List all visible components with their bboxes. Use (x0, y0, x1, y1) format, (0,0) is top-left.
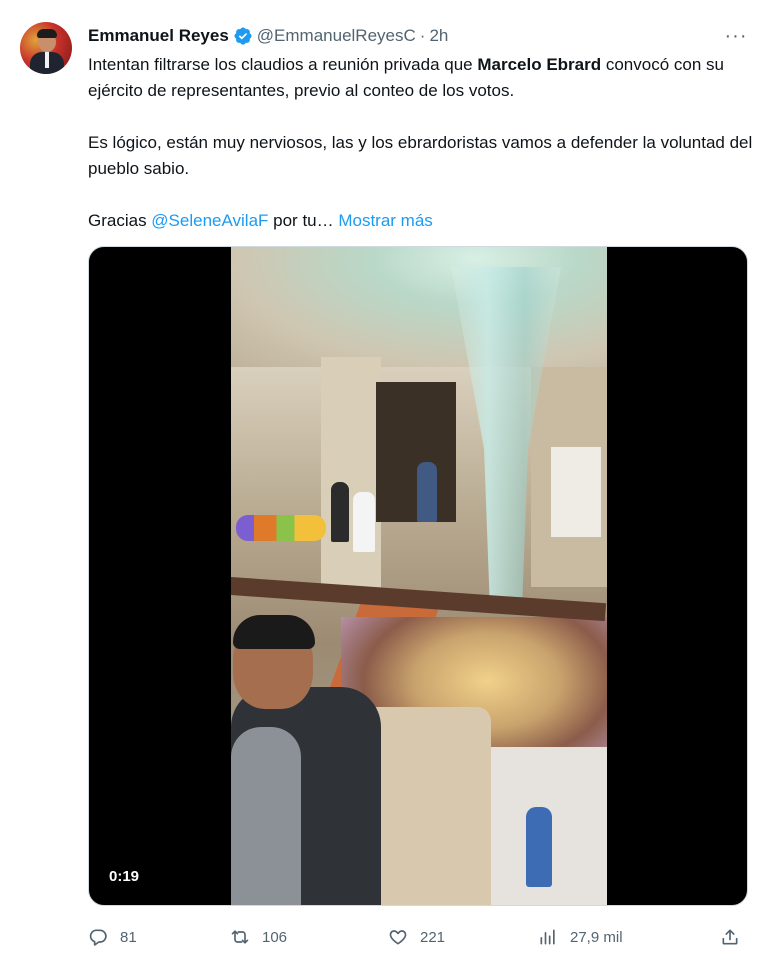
views-chart-icon (540, 929, 555, 945)
reply-button[interactable]: 81 (88, 920, 137, 954)
tweet-actions: 81 106 221 27,9 mil (88, 920, 748, 954)
more-options-icon[interactable]: ··· (720, 24, 752, 48)
avatar-tie (45, 52, 49, 68)
bold-text: Marcelo Ebrard (477, 55, 602, 74)
retweet-icon (231, 930, 249, 944)
video-kiosk (551, 447, 601, 537)
author-name[interactable]: Emmanuel Reyes (88, 26, 229, 46)
author-handle[interactable]: @EmmanuelReyesC (257, 26, 416, 46)
like-count: 221 (420, 928, 446, 946)
tweet-paragraph-3: Gracias @SeleneAvilaF por tu… Mostrar má… (88, 208, 758, 234)
tweet-paragraph-1: Intentan filtrarse los claudios a reunió… (88, 52, 758, 104)
video-person (353, 492, 375, 552)
video-person (526, 807, 552, 887)
avatar-hair (37, 29, 57, 38)
show-more-link[interactable]: Mostrar más (338, 211, 432, 230)
video-doorway (376, 382, 456, 522)
video-man-hair (233, 615, 315, 649)
author-avatar[interactable] (20, 22, 72, 74)
tweet-timestamp[interactable]: 2h (429, 26, 448, 46)
video-duration: 0:19 (109, 867, 140, 885)
text-segment: por tu… (268, 211, 339, 230)
heart-icon (389, 930, 407, 945)
like-button[interactable]: 221 (388, 920, 445, 954)
text-segment: Gracias (88, 211, 152, 230)
text-segment: Intentan filtrarse los claudios a reunió… (88, 55, 478, 74)
retweet-button[interactable]: 106 (230, 920, 287, 954)
verified-badge-icon (233, 26, 253, 46)
video-person (331, 482, 349, 542)
share-icon (722, 929, 738, 945)
tweet-header: Emmanuel Reyes @EmmanuelReyesC · 2h (88, 24, 448, 48)
tweet-text: Intentan filtrarse los claudios a reunió… (88, 52, 758, 234)
video-player[interactable]: 0:19 (88, 246, 748, 906)
video-pillar (321, 357, 381, 597)
video-balloons (236, 515, 326, 541)
tweet[interactable]: Emmanuel Reyes @EmmanuelReyesC · 2h ··· … (0, 0, 768, 962)
header-separator: · (419, 26, 426, 45)
video-man-sleeve (231, 727, 301, 905)
reply-count: 81 (120, 928, 137, 946)
share-button[interactable] (720, 920, 740, 954)
video-frame[interactable] (231, 247, 607, 905)
mention-link[interactable]: @SeleneAvilaF (151, 211, 268, 230)
retweet-count: 106 (262, 928, 288, 946)
views-button[interactable]: 27,9 mil (538, 920, 623, 954)
tweet-paragraph-2: Es lógico, están muy nerviosos, las y lo… (88, 133, 753, 178)
views-count: 27,9 mil (570, 928, 623, 946)
reply-icon (89, 929, 107, 946)
video-person (417, 462, 437, 522)
